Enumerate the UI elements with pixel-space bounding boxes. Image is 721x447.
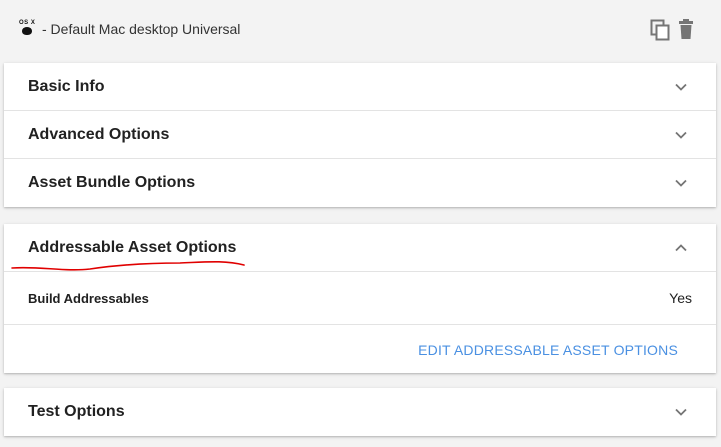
chevron-down-icon bbox=[675, 408, 687, 416]
panel-title: Asset Bundle Options bbox=[28, 174, 196, 191]
panel-advanced-options[interactable]: Advanced Options bbox=[4, 111, 716, 159]
chevron-up-icon bbox=[675, 244, 687, 252]
setting-value: Yes bbox=[669, 290, 692, 306]
test-options-panel: Test Options bbox=[4, 388, 716, 436]
osx-icon: OS X bbox=[19, 20, 37, 38]
panel-title: Basic Info bbox=[28, 78, 105, 95]
panel-addressable-asset-options[interactable]: Addressable Asset Options bbox=[4, 224, 716, 272]
edit-addressable-options-button[interactable]: EDIT ADDRESSABLE ASSET OPTIONS bbox=[418, 342, 678, 358]
delete-icon[interactable] bbox=[678, 19, 698, 41]
panel-title: Test Options bbox=[28, 403, 125, 420]
panel-test-options[interactable]: Test Options bbox=[4, 388, 716, 436]
config-label: - Default Mac desktop Universal bbox=[42, 21, 241, 37]
setting-label: Build Addressables bbox=[28, 291, 149, 306]
panel-actions: EDIT ADDRESSABLE ASSET OPTIONS bbox=[4, 325, 716, 373]
panel-title: Advanced Options bbox=[28, 126, 170, 143]
config-header: OS X - Default Mac desktop Universal bbox=[0, 0, 721, 62]
copy-icon[interactable] bbox=[650, 19, 670, 41]
panel-basic-info[interactable]: Basic Info bbox=[4, 63, 716, 111]
chevron-down-icon bbox=[675, 179, 687, 187]
chevron-down-icon bbox=[675, 131, 687, 139]
addressable-asset-options-panel: Addressable Asset Options Build Addressa… bbox=[4, 224, 716, 373]
panel-title: Addressable Asset Options bbox=[28, 239, 237, 256]
options-group: Basic Info Advanced Options Asset Bundle… bbox=[4, 63, 716, 207]
panel-asset-bundle-options[interactable]: Asset Bundle Options bbox=[4, 159, 716, 207]
setting-row-build-addressables: Build Addressables Yes bbox=[4, 272, 716, 325]
chevron-down-icon bbox=[675, 83, 687, 91]
